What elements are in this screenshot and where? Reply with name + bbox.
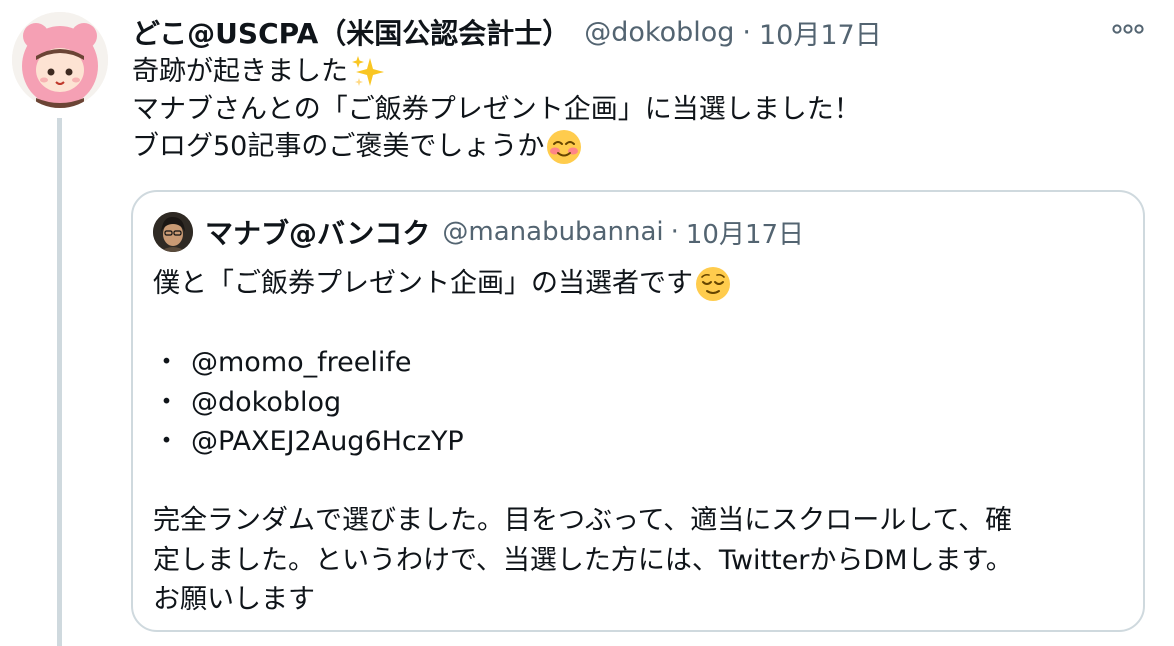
tweet-line-text: マナブさんとの「ご飯券プレゼント企画」に当選しました！ [132,93,861,125]
quoted-header-separator: · [670,217,679,247]
tweet-line-text: ブログ50記事のご褒美でしょうか [132,131,545,162]
author-avatar[interactable] [12,12,108,108]
tweet-line-text: 奇跡が起きました [132,56,348,87]
tweet-header: どこ@USCPA（米国公認会計士） @dokoblog · 10月17日 [132,12,882,52]
author-handle[interactable]: @dokoblog [584,17,734,48]
tweet-line: マナブさんとの「ご飯券プレゼント企画」に当選しました！ [132,91,1142,129]
quoted-tweet-date: 10月17日 [685,219,805,250]
quoted-author-display-name: マナブ@バンコク [205,217,431,250]
tweet-date[interactable]: 10月17日 [759,13,882,52]
header-separator: · [742,16,751,48]
quoted-closing-line: お願いします [153,580,1125,620]
bullet: ・ [153,347,180,378]
tweet-text: 奇跡が起きました マナブさんとの「ご飯券プレゼント企画」に当選しました！ ブログ… [132,53,1142,166]
bullet: ・ [153,386,180,418]
tweet-line: 奇跡が起きました [132,53,1142,91]
quoted-closing-line: 完全ランダムで選びました。目をつぶって、適当にスクロールして、確 [153,501,1125,541]
mention-link[interactable]: @momo_freelife [191,343,412,383]
mention-list-item: ・ @PAXEJ2Aug6HczYP [153,422,1125,462]
quoted-tweet-header: マナブ@バンコク @manabubannai · 10月17日 [205,212,804,252]
relieved-face-icon [696,266,730,301]
mention-list-item: ・ @dokoblog [153,383,1125,423]
quoted-closing-text: 定しました。というわけで、当選した方には、TwitterからDMします。 [153,544,1013,576]
more-options-button[interactable] [1108,14,1148,44]
avatar-illustration [12,12,108,108]
tweet-line: ブログ50記事のご褒美でしょうか [132,128,1142,166]
smiling-face-icon [547,129,582,164]
quoted-tweet-text: 僕と「ご飯券プレゼント企画」の当選者です ・ @momo_freelife ・ … [153,264,1125,620]
quoted-closing-text: お願いします [153,584,315,615]
mention-link[interactable]: @dokoblog [191,383,341,423]
quoted-tweet-card[interactable]: マナブ@バンコク @manabubannai · 10月17日 僕と「ご飯券プレ… [131,190,1145,632]
quoted-closing-text: 完全ランダムで選びました。目をつぶって、適当にスクロールして、確 [153,505,1013,536]
ellipsis-icon [1112,24,1144,34]
mention-link[interactable]: @PAXEJ2Aug6HczYP [191,422,464,462]
author-display-name[interactable]: どこ@USCPA（米国公認会計士） [132,12,570,52]
mention-list-item: ・ @momo_freelife [153,343,1125,383]
bullet: ・ [153,426,180,457]
quoted-author-avatar[interactable] [153,212,193,252]
quoted-avatar-photo [153,212,193,252]
quoted-intro-text: 僕と「ご飯券プレゼント企画」の当選者です [153,268,693,299]
thread-connector-line [57,118,62,646]
quoted-closing-line: 定しました。というわけで、当選した方には、TwitterからDMします。 [153,541,1125,581]
quoted-intro-line: 僕と「ご飯券プレゼント企画」の当選者です [153,264,1125,304]
sparkles-icon [352,55,384,86]
quoted-author-handle: @manabubannai [442,217,664,247]
